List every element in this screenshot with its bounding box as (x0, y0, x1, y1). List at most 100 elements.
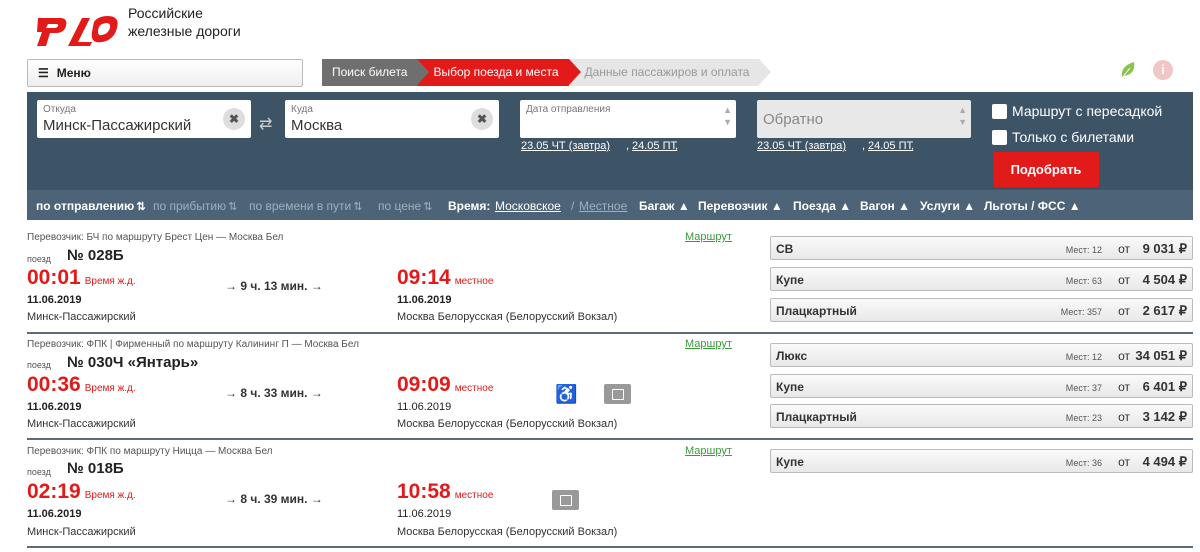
route-link[interactable]: Маршрут (685, 231, 732, 243)
triangle-up-icon: ▲ (1068, 199, 1081, 213)
from-value: Минск-Пассажирский (43, 117, 192, 134)
sort-by-travel-time[interactable]: по времени в пути ⇅ (249, 199, 362, 213)
departure-date: 11.06.2019 (27, 508, 82, 520)
arrival-station: Москва Белорусская (Белорусский Вокзал) (397, 526, 618, 538)
train-label: поезд (27, 254, 51, 264)
quick-date-2[interactable]: 24.05 ПТ (632, 140, 677, 152)
sort-by-departure[interactable]: по отправлению ⇅ (36, 199, 146, 213)
filter-benefits-label: Льготы / ФСС (984, 199, 1066, 213)
train-row: Перевозчик: ФПК | Фирменный по маршруту … (27, 334, 1193, 440)
quick-date-1[interactable]: 23.05 ЧТ (завтра) (521, 140, 610, 152)
car-class-option[interactable]: Плацкартный Мест: 357 от 2 617 ₽ (770, 298, 1193, 322)
arrival-station: Москва Белорусская (Белорусский Вокзал) (397, 418, 618, 430)
search-panel: Откуда Минск-Пассажирский ✖ ⇄ Куда Москв… (27, 92, 1193, 220)
filter-car[interactable]: Вагон ▲ (860, 199, 910, 213)
train-number[interactable]: № 030Ч «Янтарь» (67, 354, 198, 371)
to-label: Куда (291, 104, 313, 115)
triangle-up-icon: ▲ (839, 199, 852, 213)
date-spinner-icon[interactable]: ▲ ▼ (723, 104, 732, 128)
car-class-option[interactable]: Купе Мест: 36 от 4 494 ₽ (770, 449, 1193, 473)
car-class-option[interactable]: Плацкартный Мест: 23 от 3 142 ₽ (770, 404, 1193, 428)
booking-steps: Поиск билета Выбор поезда и места Данные… (322, 59, 772, 86)
departure-date: 11.06.2019 (27, 401, 82, 413)
with-tickets-checkbox[interactable]: Только с билетами (992, 129, 1134, 145)
step-train-selection: Выбор поезда и места (417, 59, 581, 86)
car-class-option[interactable]: Купе Мест: 37 от 6 401 ₽ (770, 374, 1193, 398)
triangle-up-icon: ▲ (770, 199, 783, 213)
menu-button[interactable]: ☰ Меню (27, 59, 303, 87)
route-link[interactable]: Маршрут (685, 338, 732, 350)
time-label: Время: (448, 199, 491, 213)
departure-time: 02:19 Время ж.д. (27, 480, 136, 503)
step-passenger-data: Данные пассажиров и оплата (568, 59, 772, 86)
departure-station: Минск-Пассажирский (27, 418, 136, 430)
transfer-checkbox-label: Маршрут с пересадкой (1012, 103, 1163, 119)
sort-icon: ⇅ (136, 201, 146, 213)
arrival-time: 09:09 местное (397, 373, 494, 396)
departure-date: 11.06.2019 (27, 294, 82, 306)
return-quick-date-2[interactable]: 24.05 ПТ (868, 140, 913, 152)
brand-line-1: Российские (128, 5, 203, 21)
wheelchair-icon: ♿ (555, 384, 578, 404)
car-class-option[interactable]: Люкс Мест: 12 от 34 051 ₽ (770, 343, 1193, 367)
return-placeholder: Обратно (763, 111, 824, 128)
filter-services[interactable]: Услуги ▲ (920, 199, 975, 213)
transfer-checkbox[interactable]: Маршрут с пересадкой (992, 103, 1162, 119)
filter-baggage[interactable]: Багаж ▲ (639, 199, 690, 213)
filter-carrier[interactable]: Перевозчик ▲ (698, 199, 783, 213)
step-search[interactable]: Поиск билета (322, 59, 430, 86)
departure-station: Минск-Пассажирский (27, 526, 136, 538)
info-icon[interactable]: i (1153, 60, 1173, 80)
triangle-up-icon: ▲ (677, 199, 690, 213)
train-number[interactable]: № 028Б (67, 247, 124, 264)
sort-icon: ⇅ (228, 201, 238, 213)
clear-to-icon[interactable]: ✖ (471, 108, 493, 130)
step-train-label: Выбор поезда и места (433, 65, 559, 79)
filter-services-label: Услуги (920, 199, 960, 213)
duration: → 8 ч. 39 мин. → (225, 492, 323, 506)
sort-icon: ⇅ (423, 201, 433, 213)
to-field[interactable]: Куда Москва ✖ (285, 100, 499, 138)
time-moscow-link[interactable]: Московское (495, 199, 561, 213)
return-spinner-icon[interactable]: ▲ ▼ (958, 104, 967, 128)
train-row: Перевозчик: БЧ по маршруту Брест Цен — М… (27, 228, 1193, 334)
car-class-option[interactable]: СВ Мест: 12 от 9 031 ₽ (770, 236, 1193, 260)
train-label: поезд (27, 467, 51, 477)
arrival-date: 11.06.2019 (397, 294, 452, 306)
transfer-checkbox-box[interactable] (992, 103, 1007, 119)
sort-icon: ⇅ (353, 201, 363, 213)
swap-icon[interactable]: ⇄ (259, 114, 272, 134)
return-date-field[interactable]: Обратно ▲ ▼ (757, 100, 971, 138)
filter-trains[interactable]: Поезда ▲ (793, 199, 851, 213)
car-class-option[interactable]: Купе Мест: 63 от 4 504 ₽ (770, 267, 1193, 291)
sort-by-arrival-label: по прибытию (153, 199, 227, 213)
duration: → 9 ч. 13 мин. → (225, 279, 323, 293)
menu-label: Меню (56, 66, 91, 80)
hamburger-icon: ☰ (38, 66, 49, 80)
from-field[interactable]: Откуда Минск-Пассажирский ✖ (37, 100, 251, 138)
train-number[interactable]: № 018Б (67, 460, 124, 477)
departure-time: 00:36 Время ж.д. (27, 373, 136, 396)
clear-from-icon[interactable]: ✖ (223, 108, 245, 130)
sort-by-arrival[interactable]: по прибытию ⇅ (153, 199, 237, 213)
return-quick-date-1[interactable]: 23.05 ЧТ (завтра) (757, 140, 846, 152)
sort-by-travel-time-label: по времени в пути (249, 199, 352, 213)
with-tickets-checkbox-label: Только с билетами (1012, 129, 1135, 145)
sort-bar: по отправлению ⇅ по прибытию ⇅ по времени … (27, 190, 1193, 220)
with-tickets-checkbox-box[interactable] (992, 129, 1007, 145)
time-local-link[interactable]: Местное (579, 199, 627, 213)
date-field[interactable]: Дата отправления ▲ ▼ (520, 100, 736, 138)
route-link[interactable]: Маршрут (685, 445, 732, 457)
step-passenger-label: Данные пассажиров и оплата (584, 65, 750, 79)
find-button[interactable]: Подобрать (993, 152, 1099, 187)
brand-name: Российские железные дороги (128, 4, 241, 40)
train-row: Перевозчик: ФПК по маршруту Ницца — Моск… (27, 440, 1193, 548)
step-search-label: Поиск билета (332, 65, 408, 79)
sort-by-price[interactable]: по цене ⇅ (378, 199, 432, 213)
filter-benefits[interactable]: Льготы / ФСС ▲ (984, 199, 1081, 213)
carrier-info: Перевозчик: ФПК по маршруту Ницца — Моск… (27, 446, 273, 457)
date-label: Дата отправления (526, 104, 611, 115)
arrival-station: Москва Белорусская (Белорусский Вокзал) (397, 311, 618, 323)
rzd-logo[interactable] (34, 10, 120, 50)
leaf-icon[interactable] (1118, 60, 1138, 80)
